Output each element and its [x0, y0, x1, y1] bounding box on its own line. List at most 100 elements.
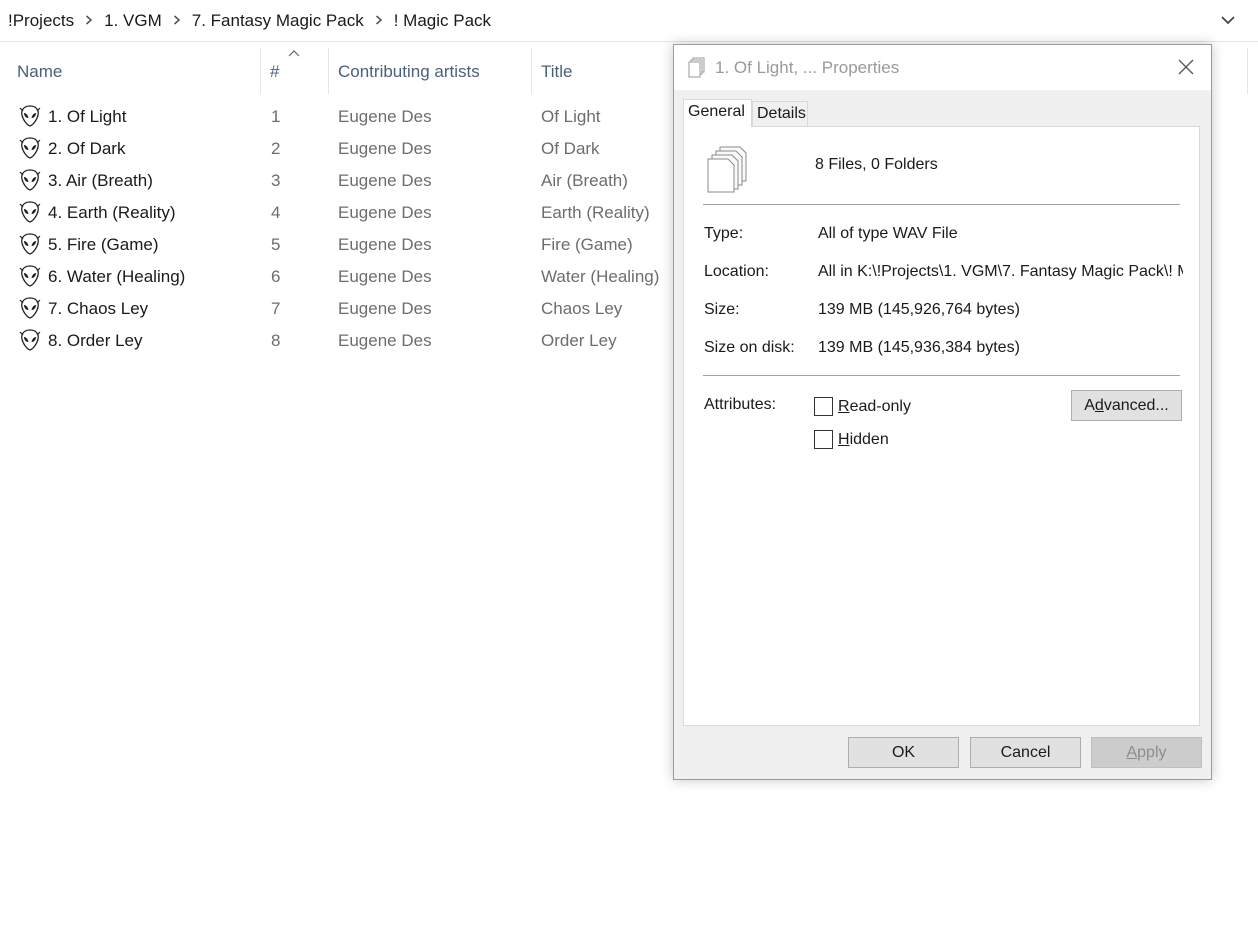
- alien-app-icon: [19, 201, 41, 223]
- separator: [703, 375, 1180, 376]
- column-divider: [1247, 48, 1248, 94]
- file-name: 5. Fire (Game): [48, 235, 159, 254]
- file-name: 2. Of Dark: [48, 139, 126, 158]
- file-name: 6. Water (Healing): [48, 267, 186, 286]
- readonly-label-accel: R: [838, 398, 850, 415]
- tab-details[interactable]: Details: [752, 101, 808, 126]
- column-divider[interactable]: [260, 48, 261, 94]
- file-number: 5: [271, 235, 281, 254]
- ok-button[interactable]: OK: [848, 737, 959, 768]
- column-header-contributing-artists[interactable]: Contributing artists: [338, 62, 480, 82]
- hidden-label-accel: H: [838, 431, 850, 448]
- file-row[interactable]: 1. Of Light 1 Eugene Des Of Light: [0, 101, 680, 133]
- file-name: 7. Chaos Ley: [48, 299, 149, 318]
- file-number: 4: [271, 203, 281, 222]
- file-row[interactable]: 4. Earth (Reality) 4 Eugene Des Earth (R…: [0, 197, 680, 229]
- type-label: Type:: [704, 225, 744, 242]
- separator: [703, 204, 1180, 205]
- dialog-title: 1. Of Light, ... Properties: [715, 58, 900, 77]
- tab-general[interactable]: General: [683, 99, 752, 127]
- hidden-checkbox[interactable]: [814, 430, 833, 449]
- file-artist: Eugene Des: [338, 267, 432, 286]
- address-bar[interactable]: !Projects 1. VGM 7. Fantasy Magic Pack !…: [0, 0, 1258, 42]
- apply-label-accel: A: [1126, 744, 1138, 761]
- advanced-label-post: vanced...: [1103, 397, 1169, 414]
- dialog-titlebar[interactable]: 1. Of Light, ... Properties: [674, 45, 1211, 90]
- breadcrumb-fantasy-magic-pack[interactable]: 7. Fantasy Magic Pack: [192, 11, 364, 31]
- size-value: 139 MB (145,926,764 bytes): [818, 301, 1020, 318]
- file-row[interactable]: 2. Of Dark 2 Eugene Des Of Dark: [0, 133, 680, 165]
- file-artist: Eugene Des: [338, 139, 432, 158]
- breadcrumb-vgm[interactable]: 1. VGM: [104, 11, 162, 31]
- file-number: 8: [271, 331, 281, 350]
- multiple-files-icon: [707, 146, 747, 193]
- readonly-label[interactable]: Read-only: [838, 398, 911, 416]
- file-row[interactable]: 6. Water (Healing) 6 Eugene Des Water (H…: [0, 261, 680, 293]
- attributes-label: Attributes:: [704, 396, 777, 413]
- file-artist: Eugene Des: [338, 107, 432, 126]
- file-name: 4. Earth (Reality): [48, 203, 176, 222]
- file-title: Of Dark: [541, 139, 600, 158]
- readonly-label-post: ead-only: [849, 398, 911, 415]
- size-on-disk-value: 139 MB (145,936,384 bytes): [818, 339, 1020, 356]
- chevron-right-icon[interactable]: [74, 14, 104, 28]
- file-number: 3: [271, 171, 281, 190]
- file-name: 8. Order Ley: [48, 331, 143, 350]
- column-header-title[interactable]: Title: [541, 62, 573, 82]
- cancel-button[interactable]: Cancel: [970, 737, 1081, 768]
- file-row[interactable]: 8. Order Ley 8 Eugene Des Order Ley: [0, 325, 680, 357]
- alien-app-icon: [19, 233, 41, 255]
- chevron-down-icon[interactable]: [1220, 12, 1236, 28]
- chevron-right-icon[interactable]: [162, 14, 192, 28]
- properties-dialog: 1. Of Light, ... Properties General Deta…: [673, 44, 1212, 780]
- alien-app-icon: [19, 137, 41, 159]
- file-title: Earth (Reality): [541, 203, 650, 222]
- hidden-label[interactable]: Hidden: [838, 431, 889, 449]
- alien-app-icon: [19, 329, 41, 351]
- type-value: All of type WAV File: [818, 225, 958, 242]
- sort-ascending-icon: [288, 50, 300, 57]
- location-label: Location:: [704, 263, 769, 280]
- size-on-disk-label: Size on disk:: [704, 339, 795, 356]
- breadcrumb-magic-pack[interactable]: ! Magic Pack: [394, 11, 491, 31]
- alien-app-icon: [19, 297, 41, 319]
- column-divider[interactable]: [531, 48, 532, 94]
- file-title: Fire (Game): [541, 235, 633, 254]
- file-number: 2: [271, 139, 281, 158]
- file-artist: Eugene Des: [338, 331, 432, 350]
- file-number: 7: [271, 299, 281, 318]
- file-number: 1: [271, 107, 281, 126]
- multiple-files-icon: [688, 57, 705, 78]
- column-header-name[interactable]: Name: [17, 62, 62, 82]
- file-artist: Eugene Des: [338, 203, 432, 222]
- column-divider[interactable]: [328, 48, 329, 94]
- apply-button[interactable]: Apply: [1091, 737, 1202, 768]
- close-icon[interactable]: [1177, 58, 1195, 76]
- selection-summary: 8 Files, 0 Folders: [815, 156, 938, 173]
- file-name: 3. Air (Breath): [48, 171, 153, 190]
- file-artist: Eugene Des: [338, 299, 432, 318]
- readonly-checkbox[interactable]: [814, 397, 833, 416]
- advanced-button[interactable]: Advanced...: [1071, 390, 1182, 421]
- file-title: Air (Breath): [541, 171, 628, 190]
- file-title: Chaos Ley: [541, 299, 623, 318]
- size-label: Size:: [704, 301, 740, 318]
- alien-app-icon: [19, 105, 41, 127]
- chevron-right-icon[interactable]: [364, 14, 394, 28]
- advanced-label-pre: A: [1084, 397, 1095, 414]
- file-artist: Eugene Des: [338, 235, 432, 254]
- breadcrumb-projects[interactable]: !Projects: [8, 11, 74, 31]
- column-header-number[interactable]: #: [270, 62, 279, 82]
- file-number: 6: [271, 267, 281, 286]
- file-row[interactable]: 3. Air (Breath) 3 Eugene Des Air (Breath…: [0, 165, 680, 197]
- file-row[interactable]: 5. Fire (Game) 5 Eugene Des Fire (Game): [0, 229, 680, 261]
- file-artist: Eugene Des: [338, 171, 432, 190]
- file-title: Order Ley: [541, 331, 617, 350]
- file-name: 1. Of Light: [48, 107, 127, 126]
- advanced-label-accel: d: [1094, 397, 1104, 414]
- apply-label-post: pply: [1137, 744, 1167, 761]
- alien-app-icon: [19, 169, 41, 191]
- hidden-label-post: idden: [849, 431, 889, 448]
- general-panel: 8 Files, 0 Folders Type: All of type WAV…: [683, 126, 1200, 726]
- file-row[interactable]: 7. Chaos Ley 7 Eugene Des Chaos Ley: [0, 293, 680, 325]
